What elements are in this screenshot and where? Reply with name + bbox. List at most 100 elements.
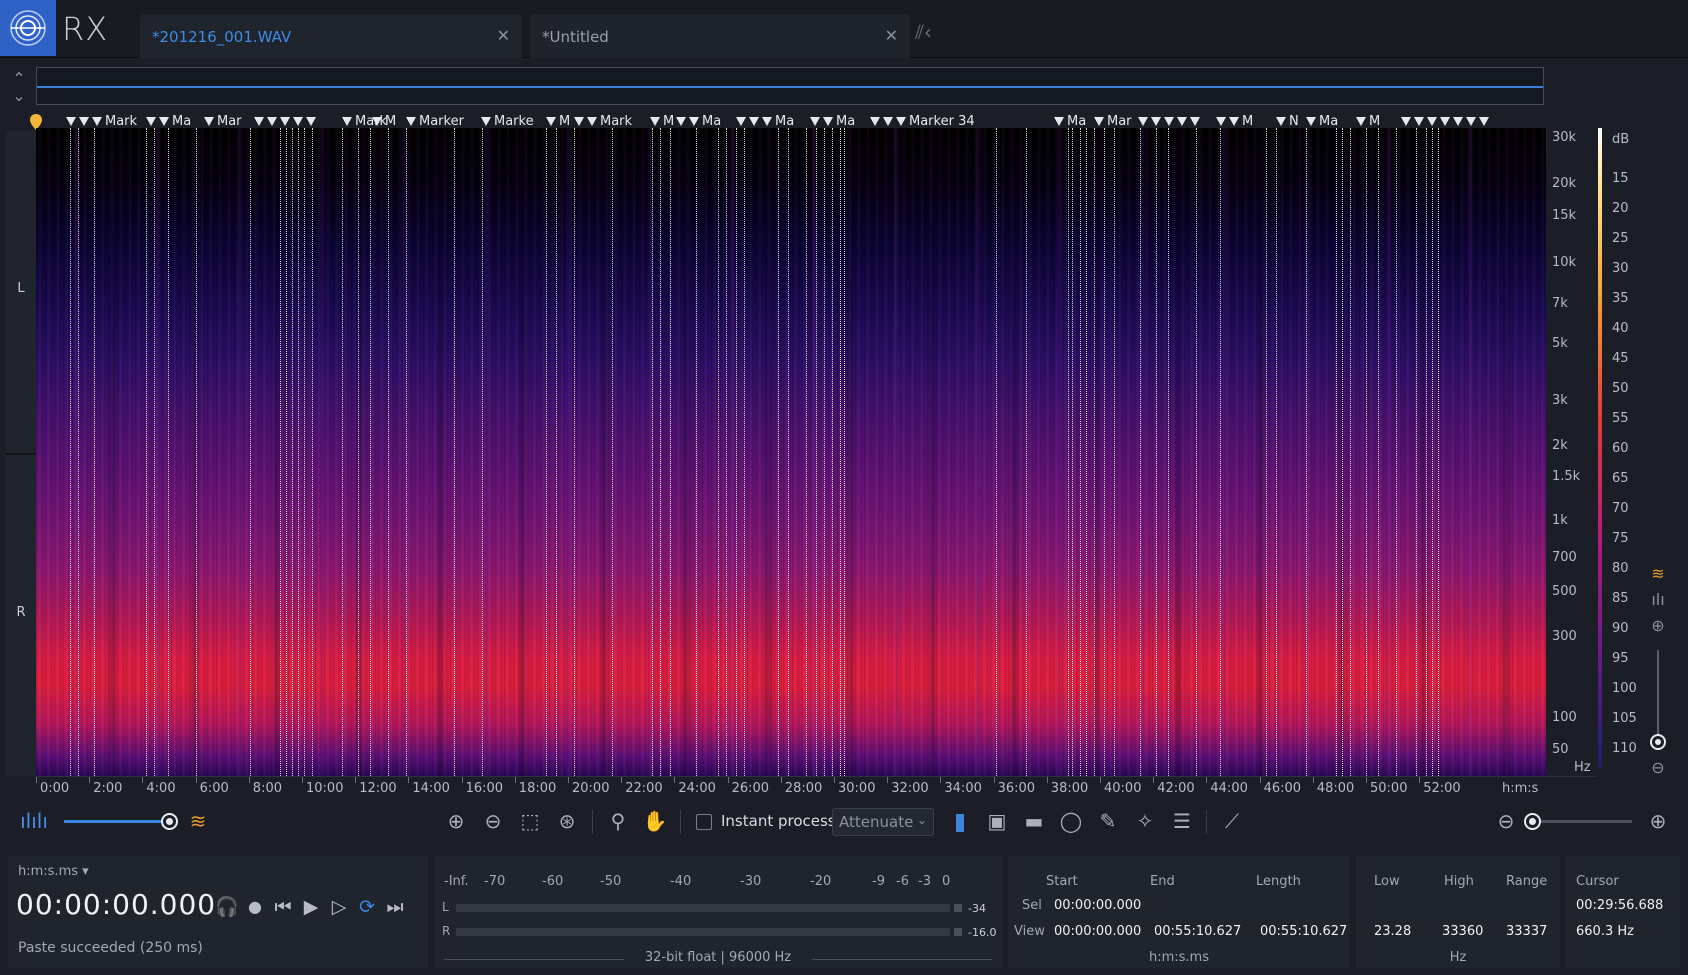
- brush-tool-icon[interactable]: ✎: [1094, 808, 1122, 834]
- marker-line: [1432, 128, 1433, 776]
- marker-line: [1416, 128, 1417, 776]
- marker-line: [1114, 128, 1115, 776]
- marker[interactable]: Ma: [736, 114, 794, 129]
- db-unit: dB: [1612, 132, 1630, 147]
- play-button[interactable]: ▶: [298, 894, 324, 920]
- vertical-zoom-out-icon[interactable]: ⊖: [1647, 758, 1669, 780]
- vertical-zoom-track[interactable]: [1657, 650, 1659, 740]
- marker[interactable]: Ma: [1054, 114, 1086, 129]
- horizontal-zoom-out-icon[interactable]: ⊖: [1492, 808, 1520, 834]
- marker-label: Mark: [105, 114, 138, 129]
- marker[interactable]: M: [1216, 114, 1253, 129]
- lasso-tool-icon[interactable]: ◯: [1057, 808, 1085, 834]
- horizontal-zoom-in-icon[interactable]: ⊕: [1644, 808, 1672, 834]
- time-selection-tool-icon[interactable]: [946, 808, 974, 834]
- db-tick: 75: [1612, 531, 1629, 546]
- low-value[interactable]: 23.28: [1374, 924, 1411, 939]
- time-format-select[interactable]: h:m:s.ms ▾: [18, 864, 89, 879]
- marker[interactable]: N: [1276, 114, 1299, 129]
- marker[interactable]: M: [546, 114, 570, 129]
- headphones-icon[interactable]: 🎧: [214, 894, 240, 920]
- tab-untitled[interactable]: *Untitled ✕: [530, 14, 910, 58]
- zoom-tool-icon[interactable]: ⚲: [604, 808, 632, 834]
- sel-start-value[interactable]: 00:00:00.000: [1054, 898, 1141, 913]
- horizontal-zoom-knob[interactable]: [1524, 813, 1541, 830]
- marker[interactable]: Ma: [146, 114, 191, 129]
- marker[interactable]: Ma: [1306, 114, 1338, 129]
- instant-process-mode-select[interactable]: Attenuate ⌄: [832, 808, 934, 836]
- view-start-value[interactable]: 00:00:00.000: [1054, 924, 1141, 939]
- tab-file-wav[interactable]: *201216_001.WAV ✕: [140, 14, 522, 58]
- spectrogram-toggle-icon[interactable]: ≋: [184, 808, 212, 834]
- skip-back-button[interactable]: ⏮: [270, 894, 296, 920]
- marker-line: [736, 128, 737, 776]
- freq-tick: 2k: [1552, 438, 1568, 453]
- marker-line: [388, 128, 389, 776]
- spectrogram-view[interactable]: [36, 128, 1546, 776]
- high-value[interactable]: 33360: [1442, 924, 1483, 939]
- zoom-to-fit-icon[interactable]: ⊛: [553, 808, 581, 834]
- marker[interactable]: M: [372, 114, 396, 129]
- close-icon[interactable]: ✕: [497, 26, 510, 45]
- zoom-to-selection-icon[interactable]: ⬚: [516, 808, 544, 834]
- db-tick: 100: [1612, 681, 1637, 696]
- marker[interactable]: [254, 114, 319, 129]
- marker-line: [718, 128, 719, 776]
- marker[interactable]: M: [1356, 114, 1380, 129]
- time-tick: 4:00: [146, 781, 176, 796]
- cursor-header: Cursor: [1576, 874, 1619, 889]
- marker[interactable]: [1138, 114, 1203, 129]
- marker[interactable]: Mark: [66, 114, 137, 129]
- vertical-zoom-knob[interactable]: [1650, 734, 1666, 750]
- range-value[interactable]: 33337: [1506, 924, 1547, 939]
- view-toolbar: ılılı ≋ ⊕ ⊖ ⬚ ⊛ ⚲ ✋ Instant process Atte…: [0, 802, 1688, 840]
- db-tick: 105: [1612, 711, 1637, 726]
- db-tick: 30: [1612, 261, 1629, 276]
- marker[interactable]: Marker 34: [870, 114, 975, 129]
- marker-line: [358, 128, 359, 776]
- view-length-value[interactable]: 00:55:10.627: [1260, 924, 1347, 939]
- magic-wand-tool-icon[interactable]: ✧: [1131, 808, 1159, 834]
- view-end-value[interactable]: 00:55:10.627: [1154, 924, 1241, 939]
- marker-line: [94, 128, 95, 776]
- time-tick: 38:00: [1050, 781, 1089, 796]
- marker[interactable]: Marker: [406, 114, 464, 129]
- marker[interactable]: Ma: [810, 114, 855, 129]
- skip-forward-button[interactable]: ⏭: [382, 894, 408, 920]
- time-frequency-selection-tool-icon[interactable]: ▣: [983, 808, 1011, 834]
- frequency-selection-tool-icon[interactable]: ▬: [1020, 808, 1048, 834]
- marker[interactable]: Mar: [204, 114, 242, 129]
- waveform-toggle-icon[interactable]: ılılı: [20, 808, 48, 834]
- loop-button[interactable]: ⟳: [354, 894, 380, 920]
- expand-collapse-icon[interactable]: ⌃ ⌄: [8, 70, 30, 104]
- level-meter-panel: -Inf. -70 -60 -50 -40 -30 -20 -9 -6 -3 0…: [434, 856, 1002, 968]
- close-icon[interactable]: ✕: [885, 26, 898, 45]
- harmonic-selection-icon[interactable]: ☰: [1168, 808, 1196, 834]
- marker[interactable]: Mark: [574, 114, 632, 129]
- zoom-out-icon[interactable]: ⊖: [479, 808, 507, 834]
- rx-logo-icon[interactable]: [0, 0, 56, 56]
- marker[interactable]: Marke: [481, 114, 534, 129]
- waveform-overview[interactable]: [36, 67, 1544, 105]
- marker[interactable]: Mar: [1094, 114, 1132, 129]
- hand-tool-icon[interactable]: ✋: [641, 808, 669, 834]
- zoom-in-icon[interactable]: ⊕: [442, 808, 470, 834]
- marker-line: [312, 128, 313, 776]
- draw-tool-icon[interactable]: ⟋: [1218, 808, 1246, 834]
- tab-overflow-icon[interactable]: ⫽‹: [915, 20, 945, 44]
- time-tick: 12:00: [359, 781, 397, 796]
- record-button[interactable]: ●: [242, 894, 268, 920]
- instant-process-checkbox[interactable]: [696, 814, 712, 830]
- play-selection-button[interactable]: ▷: [326, 894, 352, 920]
- marker-line: [696, 128, 697, 776]
- marker[interactable]: Ma: [676, 114, 721, 129]
- vertical-zoom-in-icon[interactable]: ⊕: [1647, 616, 1669, 638]
- blend-slider-knob[interactable]: [161, 813, 178, 830]
- waveform-display-icon[interactable]: ılı: [1647, 590, 1669, 612]
- spectrogram-display-icon[interactable]: ≋: [1647, 564, 1669, 586]
- marker[interactable]: M: [650, 114, 674, 129]
- horizontal-zoom-track[interactable]: [1528, 820, 1632, 823]
- marker[interactable]: [1401, 114, 1492, 129]
- time-tick: 30:00: [838, 781, 876, 796]
- marker-line: [1140, 128, 1141, 776]
